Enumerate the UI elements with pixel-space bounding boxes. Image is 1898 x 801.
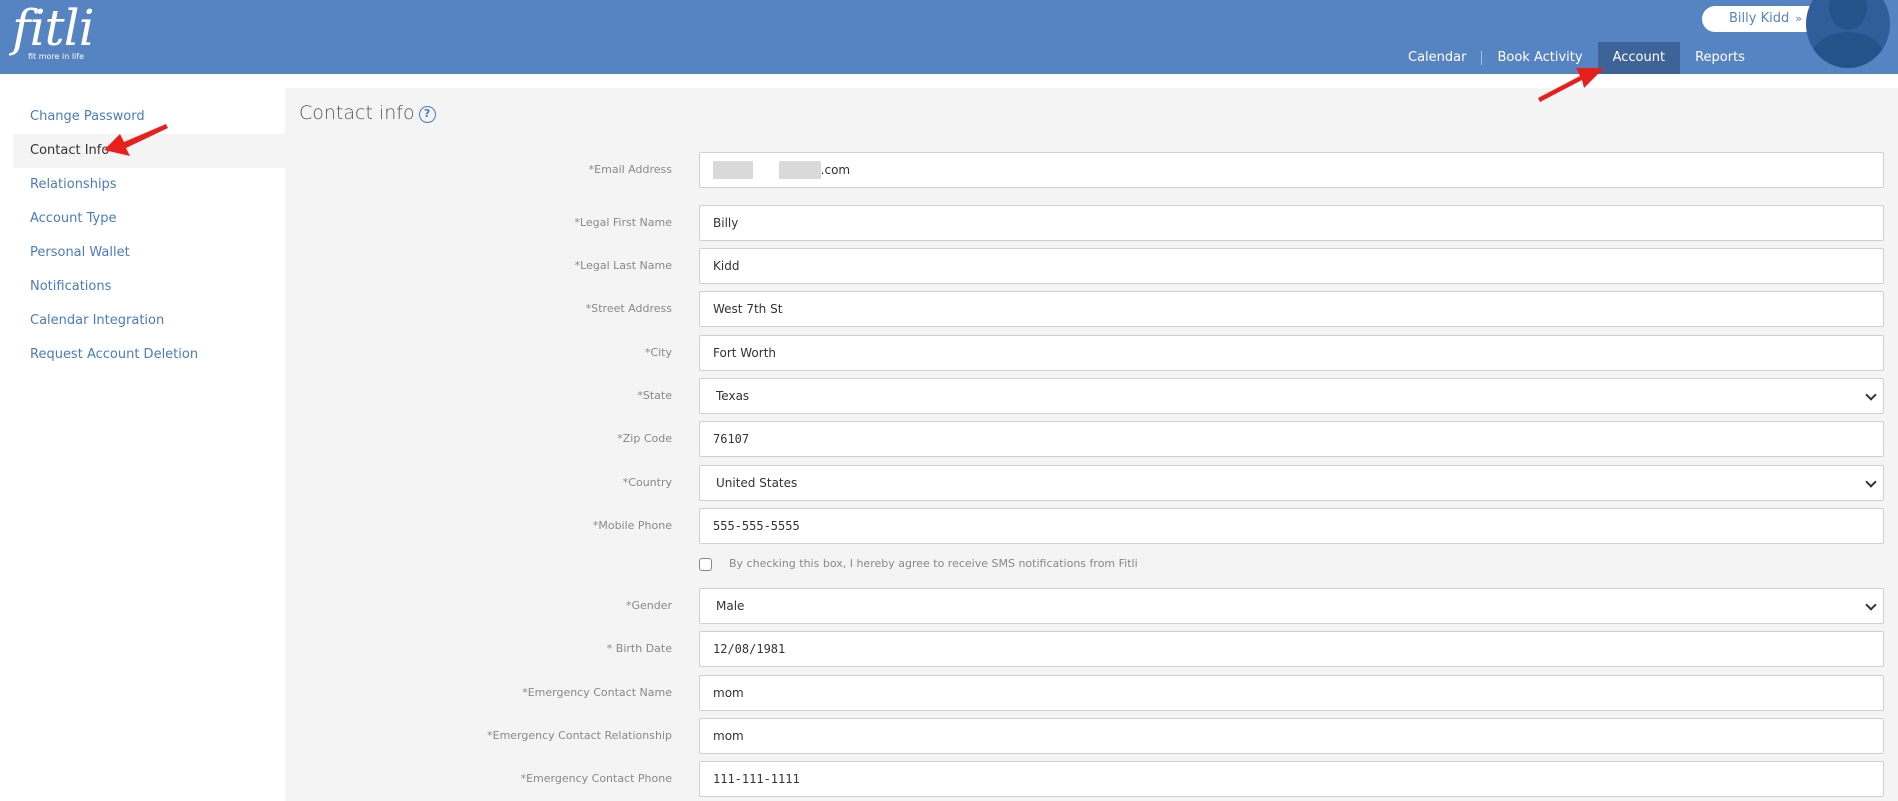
page-title: Contact info? xyxy=(299,102,436,124)
street-label: *Street Address xyxy=(585,302,672,315)
birth-date-label: * Birth Date xyxy=(606,642,672,655)
gender-value: Male xyxy=(716,599,745,613)
annotation-arrow-icon xyxy=(104,124,168,156)
user-name: Billy Kidd xyxy=(1729,11,1790,26)
birth-date-row: * Birth Date 12/08/1981 xyxy=(285,631,1898,667)
state-label: *State xyxy=(637,389,672,402)
sidebar-item-account-type[interactable]: Account Type xyxy=(0,202,285,236)
country-row: *Country United States xyxy=(285,465,1898,501)
zip-label: *Zip Code xyxy=(617,432,672,445)
state-row: *State Texas xyxy=(285,378,1898,414)
first-name-row: *Legal First Name Billy xyxy=(285,205,1898,241)
ec-name-label: *Emergency Contact Name xyxy=(522,686,672,699)
city-row: *City Fort Worth xyxy=(285,335,1898,371)
city-field[interactable]: Fort Worth xyxy=(699,335,1884,371)
nav-account[interactable]: Account xyxy=(1597,42,1681,74)
avatar[interactable] xyxy=(1806,0,1890,68)
state-select[interactable]: Texas xyxy=(699,378,1884,414)
nav-calendar[interactable]: Calendar xyxy=(1393,42,1481,74)
zip-code-field[interactable]: 76107 xyxy=(699,421,1884,457)
chevron-down-icon xyxy=(1865,476,1877,488)
email-suffix: .com xyxy=(820,163,851,177)
email-label: *Email Address xyxy=(588,163,672,176)
logo-tagline: fit more in life xyxy=(28,52,85,61)
top-header: fitli fit more in life Billy Kidd » Calen… xyxy=(0,0,1898,74)
email-row: *Email Address .com xyxy=(285,152,1898,188)
chevron-double-down-icon: » xyxy=(1795,12,1802,25)
nav-reports[interactable]: Reports xyxy=(1680,42,1760,74)
emergency-contact-relationship-field[interactable]: mom xyxy=(699,718,1884,754)
first-name-label: *Legal First Name xyxy=(574,216,672,229)
country-label: *Country xyxy=(622,476,672,489)
mobile-label: *Mobile Phone xyxy=(592,519,672,532)
chevron-down-icon xyxy=(1865,599,1877,611)
ec-phone-label: *Emergency Contact Phone xyxy=(520,772,672,785)
zip-row: *Zip Code 76107 xyxy=(285,421,1898,457)
mobile-phone-field[interactable]: 555-555-5555 xyxy=(699,508,1884,544)
sidebar-item-calendar-integration[interactable]: Calendar Integration xyxy=(0,304,285,338)
annotation-arrow-icon xyxy=(1538,68,1604,102)
emergency-contact-name-field[interactable]: mom xyxy=(699,675,1884,711)
logo-wordmark: fitli xyxy=(12,0,95,57)
emergency-contact-phone-field[interactable]: 111-111-1111 xyxy=(699,761,1884,797)
sidebar-item-relationships[interactable]: Relationships xyxy=(0,168,285,202)
city-label: *City xyxy=(644,346,672,359)
sms-consent-checkbox[interactable] xyxy=(699,558,712,571)
gender-select[interactable]: Male xyxy=(699,588,1884,624)
street-address-field[interactable]: West 7th St xyxy=(699,291,1884,327)
last-name-field[interactable]: Kidd xyxy=(699,248,1884,284)
street-row: *Street Address West 7th St xyxy=(285,291,1898,327)
fitli-logo[interactable]: fitli fit more in life xyxy=(12,0,95,61)
sms-consent-label: By checking this box, I hereby agree to … xyxy=(729,557,1138,570)
ec-relationship-label: *Emergency Contact Relationship xyxy=(487,729,672,742)
page-title-text: Contact info xyxy=(299,102,415,124)
first-name-field[interactable]: Billy xyxy=(699,205,1884,241)
sidebar-item-personal-wallet[interactable]: Personal Wallet xyxy=(0,236,285,270)
last-name-label: *Legal Last Name xyxy=(574,259,672,272)
gender-row: *Gender Male xyxy=(285,588,1898,624)
sidebar-item-notifications[interactable]: Notifications xyxy=(0,270,285,304)
chevron-down-icon xyxy=(1865,389,1877,401)
gender-label: *Gender xyxy=(625,599,672,612)
ec-relationship-row: *Emergency Contact Relationship mom xyxy=(285,718,1898,754)
state-value: Texas xyxy=(716,389,750,403)
ec-phone-row: *Emergency Contact Phone 111-111-1111 xyxy=(285,761,1898,797)
ec-name-row: *Emergency Contact Name mom xyxy=(285,675,1898,711)
email-field[interactable]: .com xyxy=(699,152,1884,188)
country-select[interactable]: United States xyxy=(699,465,1884,501)
mobile-row: *Mobile Phone 555-555-5555 xyxy=(285,508,1898,544)
contact-info-panel: Contact info? *Email Address .com *Legal… xyxy=(285,88,1898,801)
help-icon[interactable]: ? xyxy=(418,106,436,123)
sms-consent-row: By checking this box, I hereby agree to … xyxy=(699,554,1299,574)
country-value: United States xyxy=(716,476,798,490)
birth-date-field[interactable]: 12/08/1981 xyxy=(699,631,1884,667)
sidebar-item-request-account-deletion[interactable]: Request Account Deletion xyxy=(0,338,285,372)
last-name-row: *Legal Last Name Kidd xyxy=(285,248,1898,284)
